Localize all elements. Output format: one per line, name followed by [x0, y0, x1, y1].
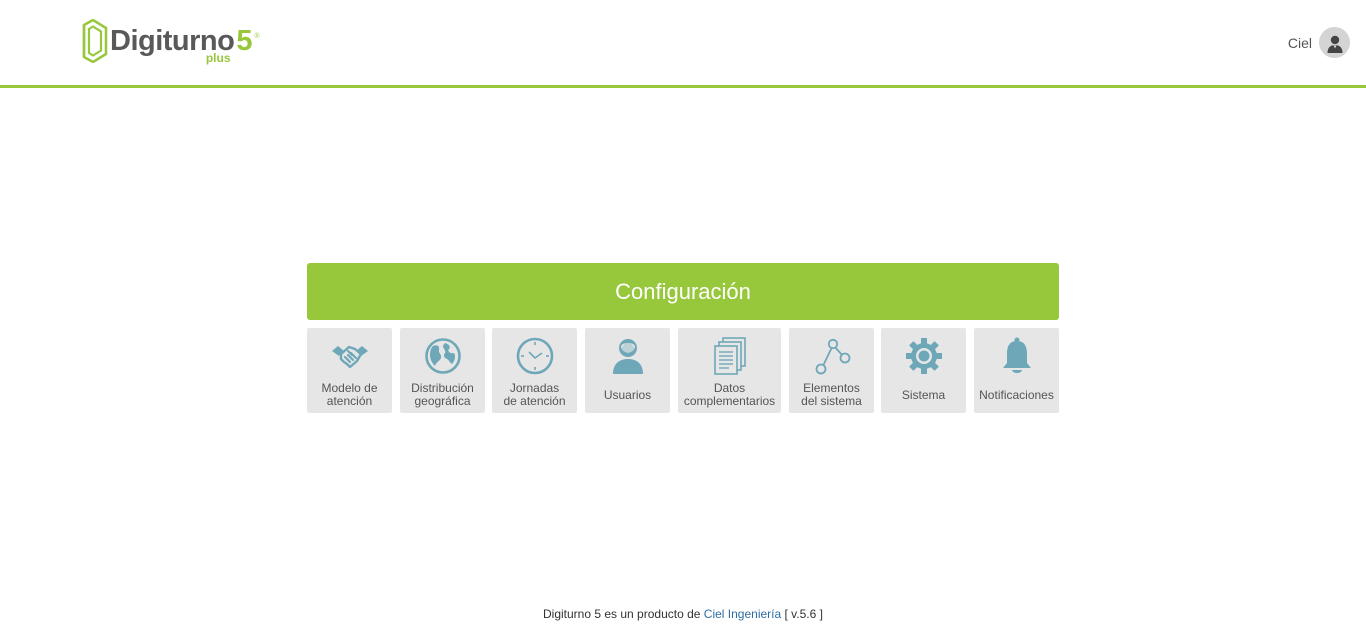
nodes-icon	[812, 336, 852, 376]
logo-number: 5	[236, 25, 253, 57]
footer-text: Digiturno 5 es un producto de	[543, 607, 701, 621]
configuration-tiles: Modelo de atención Distribución geográfi…	[307, 328, 1059, 413]
configuration-panel: Configuración Modelo de atención Distrib…	[307, 263, 1059, 413]
logo-mark-icon	[82, 19, 108, 63]
top-header: Digiturno5 ® plus Ciel	[0, 0, 1366, 88]
tile-jornadas-de-atencion[interactable]: Jornadas de atención	[492, 328, 577, 413]
tile-label: Notificaciones	[979, 387, 1054, 402]
ciel-ingenieria-link[interactable]: Ciel Ingeniería	[704, 607, 781, 621]
bell-icon	[997, 336, 1037, 376]
version-label: [ v.5.6 ]	[784, 607, 823, 621]
clock-icon	[515, 336, 555, 376]
tile-modelo-de-atencion[interactable]: Modelo de atención	[307, 328, 392, 413]
tile-label: Datos complementarios	[683, 381, 776, 408]
tile-datos-complementarios[interactable]: Datos complementarios	[678, 328, 781, 413]
handshake-icon	[330, 336, 370, 376]
globe-icon	[423, 336, 463, 376]
tile-label: Jornadas de atención	[503, 381, 566, 408]
footer: Digiturno 5 es un producto de Ciel Ingen…	[0, 607, 1366, 621]
tile-label: Distribución geográfica	[411, 381, 474, 408]
tile-label: Modelo de atención	[321, 381, 378, 408]
tile-label: Usuarios	[603, 387, 652, 402]
logo-registered-mark: ®	[254, 33, 260, 40]
tile-notificaciones[interactable]: Notificaciones	[974, 328, 1059, 413]
gear-icon	[904, 336, 944, 376]
panel-title: Configuración	[307, 263, 1059, 320]
logo-text: Digiturno5 ® plus	[110, 19, 260, 67]
tile-label: Elementos del sistema	[801, 381, 862, 408]
tile-label: Sistema	[901, 387, 946, 402]
tile-elementos-del-sistema[interactable]: Elementos del sistema	[789, 328, 874, 413]
tile-usuarios[interactable]: Usuarios	[585, 328, 670, 413]
user-menu[interactable]: Ciel	[1288, 27, 1350, 58]
documents-icon	[710, 336, 750, 376]
tile-distribucion-geografica[interactable]: Distribución geográfica	[400, 328, 485, 413]
user-name[interactable]: Ciel	[1288, 35, 1312, 51]
user-icon	[608, 336, 648, 376]
logo-plus: plus	[205, 51, 231, 65]
user-avatar-icon[interactable]	[1319, 27, 1350, 58]
digiturno-logo[interactable]: Digiturno5 ® plus	[82, 19, 260, 67]
tile-sistema[interactable]: Sistema	[881, 328, 966, 413]
